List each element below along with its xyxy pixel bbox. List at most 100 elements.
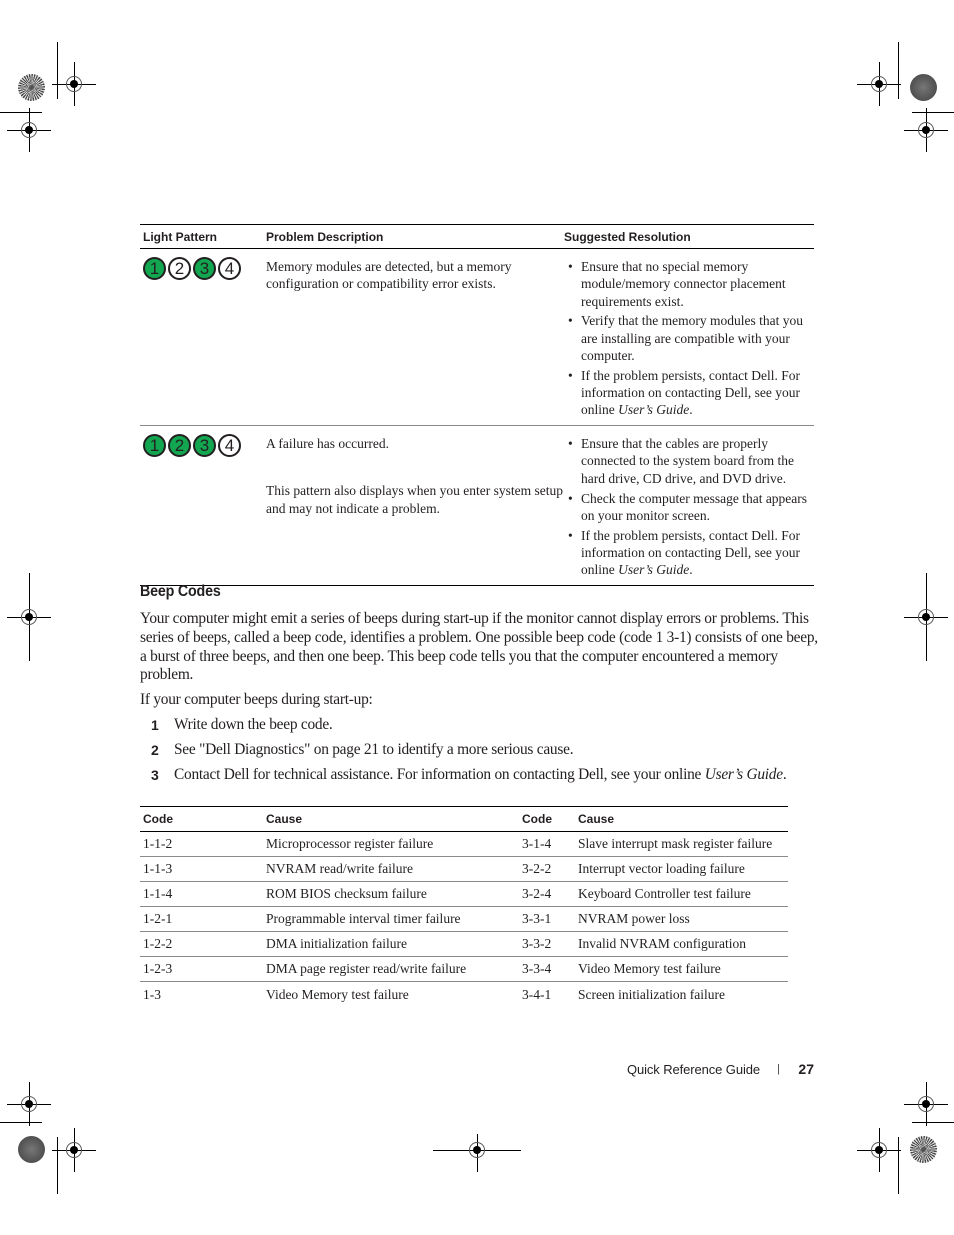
step-number: 2 (151, 742, 159, 758)
resolution-text: Ensure that no special memory module/mem… (581, 259, 786, 309)
beep-code-cell: 3-1-4 (522, 836, 552, 852)
step-item: 2 See "Dell Diagnostics" on page 21 to id… (140, 741, 840, 766)
resolution-list: Ensure that the cables are properly conn… (564, 435, 814, 578)
beep-code-cell: 1-3 (143, 986, 161, 1002)
problem-description: A failure has occurred. (266, 436, 389, 452)
section-heading-beep-codes: Beep Codes (140, 583, 221, 600)
resolution-item: Ensure that the cables are properly conn… (564, 435, 814, 487)
resolution-item: Ensure that no special memory module/mem… (564, 258, 814, 310)
beep-cause-cell: Interrupt vector loading failure (578, 861, 745, 877)
page-footer: Quick Reference Guide | 27 (600, 1061, 814, 1081)
problem-description-cell: Memory modules are detected, but a memor… (266, 249, 564, 426)
table-row: 1-1-4 ROM BIOS checksum failure 3-2-4 Keybo… (140, 882, 788, 907)
crop-line (912, 1122, 954, 1123)
registration-mark-icon (904, 108, 948, 152)
users-guide-reference: User’s Guide (704, 766, 783, 783)
beep-cause-cell: Screen initialization failure (578, 986, 725, 1002)
beep-codes-intro: Your computer might emit a series of bee… (140, 610, 818, 684)
step-text: Write down the beep code. (174, 716, 333, 733)
suggested-resolution-cell: Ensure that no special memory module/mem… (564, 249, 814, 426)
step-text: See "Dell Diagnostics" on page 21 to ide… (174, 741, 574, 758)
diagnostic-light-icon: 3 (193, 257, 216, 280)
step-text: Contact Dell for technical assistance. F… (174, 766, 705, 783)
registration-mark-icon (7, 108, 51, 152)
beep-cause-cell: ROM BIOS checksum failure (266, 886, 427, 902)
beep-cause-cell: Programmable interval timer failure (266, 911, 461, 927)
column-header-cause: Cause (578, 812, 615, 826)
table-row: 1-3 Video Memory test failure 3-4-1 Screen … (140, 982, 788, 1007)
problem-description-note: This pattern also displays when you ente… (266, 483, 563, 516)
users-guide-reference: User’s Guide (618, 562, 690, 578)
resolution-text: Verify that the memory modules that you … (581, 313, 803, 363)
beep-code-cell: 1-1-3 (143, 861, 173, 877)
color-target-icon (17, 1135, 45, 1163)
suggested-resolution-cell: Ensure that the cables are properly conn… (564, 426, 814, 586)
color-target-icon (17, 73, 45, 101)
crop-line (57, 42, 58, 99)
color-target-icon (909, 1135, 937, 1163)
problem-description: Memory modules are detected, but a memor… (266, 259, 512, 292)
table-header-row: Code Cause Code Cause (140, 807, 788, 832)
resolution-text: Ensure that the cables are properly conn… (581, 436, 794, 486)
table-row: 1 2 3 4 A failure has occurred. This pat… (140, 426, 814, 586)
column-header-light-pattern: Light Pattern (143, 230, 217, 244)
footer-separator: | (777, 1063, 780, 1075)
resolution-item: If the problem persists, contact Dell. F… (564, 367, 814, 419)
problem-description-cell: A failure has occurred. This pattern als… (266, 426, 564, 586)
column-header-code: Code (143, 812, 173, 826)
light-pattern-cell: 1 2 3 4 (140, 426, 266, 586)
diagnostic-light-icon: 1 (143, 434, 166, 458)
step-item: 1 Write down the beep code. (140, 716, 840, 741)
registration-mark-icon (7, 1082, 51, 1126)
beep-cause-cell: Invalid NVRAM configuration (578, 936, 746, 952)
step-item: 3 Contact Dell for technical assistance. … (140, 766, 840, 791)
resolution-item: Verify that the memory modules that you … (564, 312, 814, 364)
crop-line (912, 112, 954, 113)
beep-cause-cell: Video Memory test failure (578, 961, 721, 977)
light-pattern-cell: 1 2 3 4 (140, 249, 266, 426)
beep-code-cell: 3-3-1 (522, 911, 552, 927)
beep-code-cell: 3-2-4 (522, 886, 552, 902)
beep-code-cell: 3-4-1 (522, 986, 552, 1002)
crop-line (898, 1137, 899, 1194)
beep-code-cell: 3-3-4 (522, 961, 552, 977)
diagnostic-lights-table: Light Pattern Problem Description Sugges… (140, 224, 814, 587)
step-text-end: . (782, 766, 787, 783)
resolution-item: If the problem persists, contact Dell. F… (564, 527, 814, 579)
table-row: 1-1-2 Microprocessor register failure 3-1-… (140, 832, 788, 857)
beep-cause-cell: Keyboard Controller test failure (578, 886, 751, 902)
step-number: 3 (151, 767, 159, 783)
table-header-row: Light Pattern Problem Description Sugges… (140, 225, 814, 249)
registration-mark-icon (857, 62, 901, 106)
beep-code-cell: 1-2-2 (143, 936, 173, 952)
diagnostic-light-icon: 1 (143, 257, 166, 280)
beep-code-cell: 1-1-2 (143, 836, 173, 852)
table-row: 1-1-3 NVRAM read/write failure 3-2-2 Interr… (140, 857, 788, 882)
column-header-suggested-resolution: Suggested Resolution (564, 230, 691, 244)
beep-code-cell: 3-2-2 (522, 861, 552, 877)
light-pattern: 1 2 3 4 (143, 257, 266, 280)
resolution-text: Check the computer message that appears … (581, 490, 808, 523)
beep-code-cell: 1-1-4 (143, 886, 173, 902)
resolution-text-end: . (689, 402, 693, 418)
beep-table-body: 1-1-2 Microprocessor register failure 3-1-… (140, 832, 788, 1007)
resolution-text-end: . (689, 562, 693, 578)
registration-mark-icon (904, 1082, 948, 1126)
beep-cause-cell: NVRAM read/write failure (266, 861, 413, 877)
crop-line (0, 112, 42, 113)
beep-code-table: Code Cause Code Cause 1-1-2 Microprocesso… (140, 806, 788, 1007)
beep-cause-cell: Microprocessor register failure (266, 836, 434, 852)
diagnostic-light-icon: 3 (193, 434, 216, 458)
beep-cause-cell: NVRAM power loss (578, 911, 690, 927)
light-pattern: 1 2 3 4 (143, 434, 266, 458)
guide-title: Quick Reference Guide (626, 1062, 760, 1077)
registration-mark-icon (52, 1128, 96, 1172)
beep-cause-cell: DMA initialization failure (266, 936, 407, 952)
table-row: 1-2-2 DMA initialization failure 3-3-2 Inva… (140, 932, 788, 957)
beep-cause-cell: DMA page register read/write failure (266, 961, 467, 977)
registration-mark-icon (857, 1128, 901, 1172)
crop-line (898, 42, 899, 99)
beep-cause-cell: Video Memory test failure (266, 986, 409, 1002)
registration-mark-icon (52, 62, 96, 106)
diagnostic-light-icon: 2 (168, 434, 191, 458)
